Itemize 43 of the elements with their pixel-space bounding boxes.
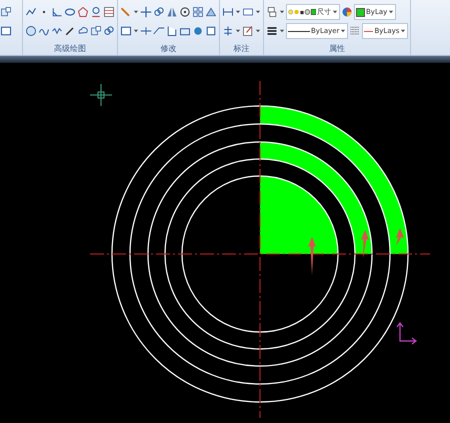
dimension-icon[interactable] <box>222 6 234 18</box>
group-label: 高级绘图 <box>53 43 87 54</box>
array-icon[interactable] <box>192 6 204 18</box>
block-icon[interactable] <box>0 6 12 18</box>
caret-icon[interactable] <box>340 28 346 34</box>
line-sample <box>288 30 310 32</box>
caret-icon[interactable] <box>235 28 241 34</box>
caret-icon[interactable] <box>255 9 261 15</box>
caret-icon[interactable] <box>388 9 394 15</box>
layer-state-icons <box>288 8 316 16</box>
caret-icon[interactable] <box>255 28 261 34</box>
wave-icon[interactable] <box>51 25 63 37</box>
caret-icon[interactable] <box>279 9 285 15</box>
caret-icon[interactable] <box>235 9 241 15</box>
copy-icon[interactable] <box>103 25 115 37</box>
caret-icon[interactable] <box>133 9 139 15</box>
table-icon[interactable] <box>103 6 115 18</box>
lineweight-icon[interactable] <box>266 25 278 37</box>
rectangle-icon[interactable] <box>0 25 12 37</box>
ucs-icon <box>396 322 417 345</box>
polygon-icon[interactable] <box>77 6 89 18</box>
rectangle-icon[interactable] <box>120 25 132 37</box>
caret-icon[interactable] <box>400 28 406 34</box>
polyline-icon[interactable] <box>25 6 37 18</box>
block-icon[interactable] <box>90 25 102 37</box>
ellipse-icon[interactable] <box>64 6 76 18</box>
group-label: 标注 <box>232 43 250 54</box>
arrow-annotation <box>361 230 369 258</box>
copy-icon[interactable] <box>153 6 165 18</box>
caret-icon[interactable] <box>332 9 338 15</box>
caret-icon[interactable] <box>279 28 285 34</box>
crosshair-cursor-icon <box>90 84 112 106</box>
arrow-annotation <box>396 228 404 246</box>
linetype-icon[interactable] <box>349 25 362 37</box>
layers-icon[interactable] <box>266 6 278 18</box>
caret-icon[interactable] <box>133 28 139 34</box>
edit-icon[interactable] <box>242 25 254 37</box>
angle-icon[interactable] <box>51 6 63 18</box>
group-label: 修改 <box>160 43 178 54</box>
color-wheel-icon[interactable] <box>341 6 353 18</box>
group-label: 属性 <box>328 43 346 54</box>
mirror-icon[interactable] <box>166 6 178 18</box>
hatch-icon[interactable] <box>25 25 37 37</box>
